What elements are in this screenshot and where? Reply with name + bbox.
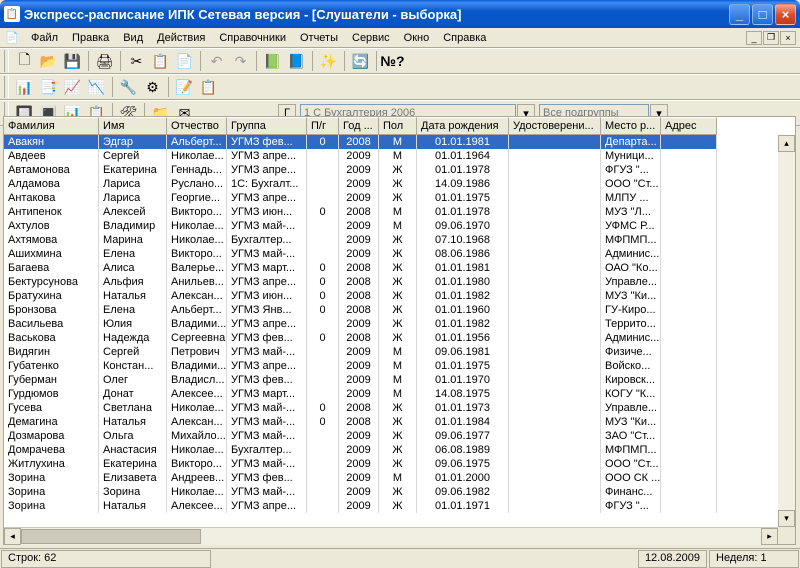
- vscroll[interactable]: ▴ ▾: [778, 135, 795, 527]
- table-row[interactable]: АнтипенокАлексейВикторо...УГМЗ июн...020…: [4, 205, 795, 219]
- book1-button[interactable]: 📗: [261, 50, 284, 72]
- col-dob[interactable]: Дата рождения: [417, 117, 509, 135]
- table-row[interactable]: АлдамоваЛарисаРуслано...1С: Бухгалт...20…: [4, 177, 795, 191]
- maximize-button[interactable]: □: [752, 4, 773, 25]
- mdi-minimize[interactable]: _: [746, 31, 762, 45]
- t2-b1[interactable]: 📊: [13, 76, 36, 98]
- status-date: 12.08.2009: [638, 550, 707, 568]
- scroll-up[interactable]: ▴: [778, 135, 795, 152]
- hscroll[interactable]: ◂ ▸: [4, 527, 778, 544]
- table-row[interactable]: БронзоваЕленаАльберт...УГМЗ Янв...02008Ж…: [4, 303, 795, 317]
- scroll-left[interactable]: ◂: [4, 528, 21, 545]
- save-button[interactable]: 💾: [61, 50, 84, 72]
- table-row[interactable]: БратухинаНатальяАлексан...УГМЗ июн...020…: [4, 289, 795, 303]
- menu-Правка[interactable]: Правка: [65, 30, 116, 46]
- menu-Справка[interactable]: Справка: [436, 30, 493, 46]
- table-row[interactable]: ВасильеваЮлияВладими...УГМЗ апре...2009Ж…: [4, 317, 795, 331]
- new-button[interactable]: 🗋: [13, 50, 36, 72]
- col-patr[interactable]: Отчество: [167, 117, 227, 135]
- t2-b8[interactable]: 📋: [197, 76, 220, 98]
- status-week: Неделя: 1: [709, 550, 799, 568]
- menu-Вид[interactable]: Вид: [116, 30, 150, 46]
- table-row[interactable]: ГубатенкоКонстан...Владими...УГМЗ апре..…: [4, 359, 795, 373]
- close-button[interactable]: ×: [775, 4, 796, 25]
- col-place[interactable]: Место р...: [601, 117, 661, 135]
- table-row[interactable]: ДозмароваОльгаМихайло...УГМЗ май-...2009…: [4, 429, 795, 443]
- table-row[interactable]: ВаськоваНадеждаСергеевнаУГМЗ фев...02008…: [4, 331, 795, 345]
- status-rows: Строк: 62: [1, 550, 211, 568]
- table-row[interactable]: ЗоринаНатальяАлексее...УГМЗ апре...2009Ж…: [4, 499, 795, 513]
- table-row[interactable]: ЗоринаЗоринаНиколае...УГМЗ май-...2009Ж0…: [4, 485, 795, 499]
- table-row[interactable]: ЖитлухинаЕкатеринаВикторо...УГМЗ май-...…: [4, 457, 795, 471]
- statusbar: Строк: 62 12.08.2009 Неделя: 1: [0, 548, 800, 568]
- menu-Действия[interactable]: Действия: [150, 30, 212, 46]
- col-name[interactable]: Имя: [99, 117, 167, 135]
- grid-header: ФамилияИмяОтчествоГруппаП/гГод ...ПолДат…: [4, 117, 795, 135]
- toolbar-1: 🗋 📂 💾 🖨 ✂ 📋 📄 ↶ ↷ 📗 📘 ✨ 🔄 №?: [0, 48, 800, 74]
- paste-button[interactable]: 📄: [173, 50, 196, 72]
- mdi-close[interactable]: ×: [780, 31, 796, 45]
- table-row[interactable]: ЗоринаЕлизаветаАндреев...УГМЗ фев...2009…: [4, 471, 795, 485]
- t2-b5[interactable]: 🔧: [117, 76, 140, 98]
- table-row[interactable]: АвтамоноваЕкатеринаГеннадь...УГМЗ апре..…: [4, 163, 795, 177]
- table-row[interactable]: ГусеваСветланаНиколае...УГМЗ май-...0200…: [4, 401, 795, 415]
- menu-Отчеты[interactable]: Отчеты: [293, 30, 345, 46]
- col-pg[interactable]: П/г: [307, 117, 339, 135]
- col-addr[interactable]: Адрес: [661, 117, 717, 135]
- window-title: Экспресс-расписание ИПК Сетевая версия -…: [24, 7, 461, 22]
- scroll-right[interactable]: ▸: [761, 528, 778, 545]
- t2-b2[interactable]: 📑: [37, 76, 60, 98]
- data-grid[interactable]: ФамилияИмяОтчествоГруппаП/гГод ...ПолДат…: [3, 116, 796, 545]
- t2-b6[interactable]: ⚙: [141, 76, 164, 98]
- wand-button[interactable]: ✨: [317, 50, 340, 72]
- table-row[interactable]: ДемагинаНатальяАлексан...УГМЗ май-...020…: [4, 415, 795, 429]
- hscroll-thumb[interactable]: [21, 529, 201, 544]
- toolbar-2: 📊 📑 📈 📉 🔧 ⚙ 📝 📋: [0, 74, 800, 100]
- table-row[interactable]: АвдеевСергейНиколае...УГМЗ апре...2009М0…: [4, 149, 795, 163]
- open-button[interactable]: 📂: [37, 50, 60, 72]
- book2-button[interactable]: 📘: [285, 50, 308, 72]
- help-what-button[interactable]: №?: [381, 50, 404, 72]
- table-row[interactable]: АвакянЭдгарАльберт...УГМЗ фев...02008М01…: [4, 135, 795, 149]
- table-row[interactable]: ВидягинСергейПетровичУГМЗ май-...2009М09…: [4, 345, 795, 359]
- mdi-restore[interactable]: ❐: [763, 31, 779, 45]
- menu-Окно[interactable]: Окно: [397, 30, 437, 46]
- cut-button[interactable]: ✂: [125, 50, 148, 72]
- copy-button[interactable]: 📋: [149, 50, 172, 72]
- table-row[interactable]: БагаеваАлисаВалерье...УГМЗ март...02008Ж…: [4, 261, 795, 275]
- col-sex[interactable]: Пол: [379, 117, 417, 135]
- undo-button[interactable]: ↶: [205, 50, 228, 72]
- table-row[interactable]: ГуберманОлегВладисл...УГМЗ фев...2009М01…: [4, 373, 795, 387]
- col-grp[interactable]: Группа: [227, 117, 307, 135]
- t2-b4[interactable]: 📉: [85, 76, 108, 98]
- col-year[interactable]: Год ...: [339, 117, 379, 135]
- redo-button[interactable]: ↷: [229, 50, 252, 72]
- app-icon: 📋: [4, 6, 20, 22]
- titlebar: 📋 Экспресс-расписание ИПК Сетевая версия…: [0, 0, 800, 28]
- print-button[interactable]: 🖨: [93, 50, 116, 72]
- mdi-icon: 📄: [4, 30, 20, 46]
- t2-b3[interactable]: 📈: [61, 76, 84, 98]
- menubar: 📄 ФайлПравкаВидДействияСправочникиОтчеты…: [0, 28, 800, 48]
- menu-Справочники[interactable]: Справочники: [212, 30, 293, 46]
- minimize-button[interactable]: _: [729, 4, 750, 25]
- menu-Файл[interactable]: Файл: [24, 30, 65, 46]
- t2-b7[interactable]: 📝: [173, 76, 196, 98]
- table-row[interactable]: ГурдюмовДонатАлексее...УГМЗ март...2009М…: [4, 387, 795, 401]
- table-row[interactable]: АхтуловВладимирНиколае...УГМЗ май-...200…: [4, 219, 795, 233]
- table-row[interactable]: АшихминаЕленаВикторо...УГМЗ май-...2009Ж…: [4, 247, 795, 261]
- refresh-button[interactable]: 🔄: [349, 50, 372, 72]
- table-row[interactable]: АхтямоваМаринаНиколае...Бухгалтер...2009…: [4, 233, 795, 247]
- table-row[interactable]: ДомрачеваАнастасияНиколае...Бухгалтер...…: [4, 443, 795, 457]
- col-cert[interactable]: Удостоверени...: [509, 117, 601, 135]
- menu-Сервис[interactable]: Сервис: [345, 30, 397, 46]
- col-fam[interactable]: Фамилия: [4, 117, 99, 135]
- scroll-down[interactable]: ▾: [778, 510, 795, 527]
- table-row[interactable]: АнтаковаЛарисаГеоргие...УГМЗ апре...2009…: [4, 191, 795, 205]
- table-row[interactable]: БектурсуноваАльфияАнильев...УГМЗ апре...…: [4, 275, 795, 289]
